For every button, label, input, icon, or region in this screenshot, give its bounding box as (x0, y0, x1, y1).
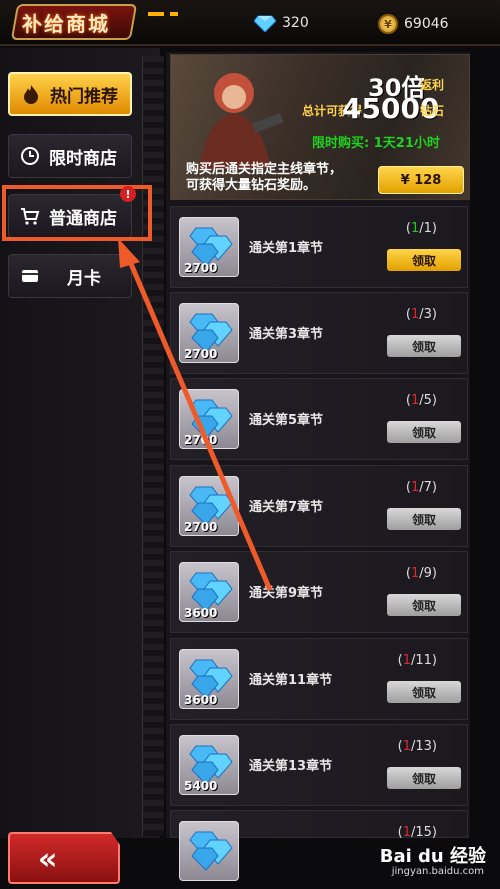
reward-row: 3600 通关第9章节 (1/9) 领取 (170, 551, 468, 633)
flame-icon (20, 83, 42, 105)
decor-dash (148, 12, 164, 16)
gold-balance: ¥ 69046 (378, 14, 449, 34)
diamond-amount: 3600 (184, 693, 218, 707)
reward-progress: (1/5) (405, 393, 437, 408)
diamond-bundle-icon: 2700 (179, 389, 239, 449)
progress-current: 1 (402, 653, 411, 668)
reward-row: 5400 通关第13章节 (1/13) 领取 (170, 724, 468, 806)
progress-current: 1 (402, 739, 411, 754)
tab-label: 限时商店 (49, 148, 117, 169)
diamond-amount: 5400 (184, 779, 218, 793)
desc-line-1: 购买后通关指定主线章节， (186, 162, 343, 177)
tab-limited-shop[interactable]: 限时商店 (8, 134, 132, 178)
claim-button[interactable]: 领取 (387, 767, 461, 789)
tab-label: 月卡 (67, 268, 101, 289)
reward-progress: (1/7) (405, 480, 437, 495)
diamond-amount: 2700 (184, 520, 218, 534)
diamond-bundle-icon: 2700 (179, 476, 239, 536)
reward-row: 2700 通关第7章节 (1/7) 领取 (170, 465, 468, 547)
reward-label: 通关第11章节 (249, 673, 333, 688)
reward-progress: (1/1) (405, 221, 437, 236)
top-bar: 补给商城 320 ¥ 69046 (0, 0, 500, 46)
alert-badge: ! (120, 186, 136, 202)
diamond-bundle-icon (179, 821, 239, 881)
gold-count: 69046 (404, 16, 449, 32)
diamond-icon (254, 15, 276, 32)
scroll-rail (142, 56, 164, 836)
reward-row: 2700 通关第5章节 (1/5) 领取 (170, 378, 468, 460)
reward-label: 通关第9章节 (249, 586, 324, 601)
progress-total: /13) (411, 739, 437, 754)
limited-timer: 限时购买: 1天21小时 (312, 136, 440, 151)
tab-hot-recommend[interactable]: 热门推荐 (8, 72, 132, 116)
reward-label: 通关第3章节 (249, 327, 324, 342)
claim-button[interactable]: 领取 (387, 594, 461, 616)
reward-row: 2700 通关第3章节 (1/3) 领取 (170, 292, 468, 374)
page-title: 补给商城 (22, 12, 110, 36)
diamond-amount: 2700 (184, 347, 218, 361)
watermark-logo: Bai du 经验 (379, 846, 486, 867)
tab-label: 热门推荐 (50, 86, 118, 107)
progress-total: /3) (419, 307, 437, 322)
buy-button[interactable]: ¥ 128 (378, 166, 464, 194)
progress-total: /11) (411, 653, 437, 668)
hero-character-image (199, 73, 284, 169)
progress-total: /15) (411, 825, 437, 840)
watermark-url: jingyan.baidu.com (391, 866, 484, 877)
diamond-bundle-icon: 2700 (179, 303, 239, 363)
diamond-bundle-icon: 3600 (179, 649, 239, 709)
diamond-amount: 3600 (184, 606, 218, 620)
banner-description: 购买后通关指定主线章节， 可获得大量钻石奖励。 (186, 162, 342, 194)
reward-label: 通关第5章节 (249, 413, 324, 428)
coin-icon: ¥ (378, 14, 398, 34)
reward-progress: (1/9) (405, 566, 437, 581)
back-button[interactable] (8, 832, 120, 884)
diamond-bundle-icon: 2700 (179, 217, 239, 277)
multiplier-sub: 返利 (420, 78, 445, 92)
diamond-count: 320 (282, 15, 309, 31)
desc-line-2: 可获得大量钻石奖励。 (186, 178, 317, 193)
progress-total: /1) (419, 221, 437, 236)
diamond-bundle-icon: 3600 (179, 562, 239, 622)
reward-label: 通关第13章节 (249, 759, 333, 774)
progress-current: 1 (402, 825, 411, 840)
reward-row: 2700 通关第1章节 (1/1) 领取 (170, 206, 468, 288)
tab-monthly-card[interactable]: 月卡 (8, 254, 132, 298)
diamond-amount: 2700 (184, 261, 218, 275)
diamond-amount: 2700 (184, 433, 218, 447)
reward-progress: (1/13) (397, 739, 437, 754)
progress-total: /7) (419, 480, 437, 495)
reward-progress: (1/3) (405, 307, 437, 322)
reward-progress: (1/11) (397, 653, 437, 668)
claim-button[interactable]: 领取 (387, 508, 461, 530)
total-unit: 钻石 (420, 104, 445, 118)
card-icon (19, 265, 41, 287)
reward-label: 通关第1章节 (249, 241, 324, 256)
reward-row: 3600 通关第11章节 (1/11) 领取 (170, 638, 468, 720)
reward-label: 通关第7章节 (249, 500, 324, 515)
decor-dash (170, 12, 178, 16)
diamond-balance: 320 (254, 14, 309, 32)
reward-row: (1/15) (170, 810, 468, 881)
claim-button[interactable]: 领取 (387, 681, 461, 703)
progress-total: /5) (419, 393, 437, 408)
clock-icon (19, 145, 41, 167)
claim-button[interactable]: 领取 (387, 335, 461, 357)
claim-button[interactable]: 领取 (387, 421, 461, 443)
progress-total: /9) (419, 566, 437, 581)
diamond-bundle-icon: 5400 (179, 735, 239, 795)
claim-button[interactable]: 领取 (387, 249, 461, 271)
reward-progress: (1/15) (397, 825, 437, 840)
back-arrow-icon: « (38, 842, 58, 877)
